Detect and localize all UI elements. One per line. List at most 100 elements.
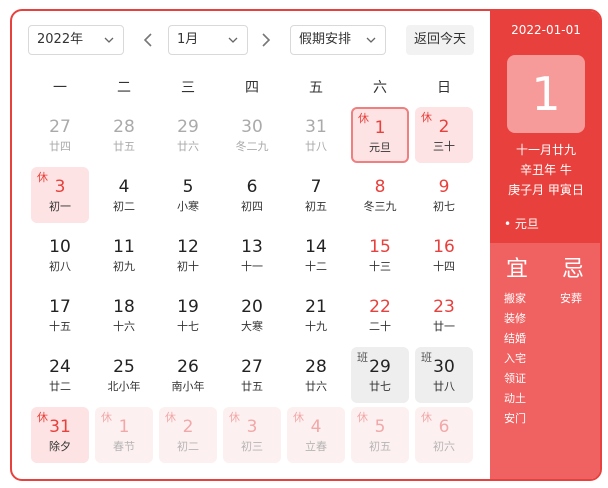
weekday-label: 六 — [373, 80, 387, 96]
day-cell[interactable]: 休 6 初六 — [415, 407, 473, 463]
weekday-label: 四 — [245, 80, 259, 96]
yi-item: 搬家 — [504, 292, 526, 305]
day-cell[interactable]: 5 小寒 — [159, 167, 217, 223]
lunar-label: 二十 — [369, 320, 391, 333]
day-cell[interactable]: 9 初七 — [415, 167, 473, 223]
day-number: 9 — [438, 177, 450, 197]
day-cell[interactable]: 30 冬二九 — [223, 107, 281, 163]
lunar-label: 初九 — [113, 260, 135, 273]
lunar-label: 除夕 — [49, 440, 71, 453]
day-cell[interactable]: 4 初二 — [95, 167, 153, 223]
day-number: 15 — [369, 237, 391, 257]
day-number: 10 — [49, 237, 71, 257]
day-cell[interactable]: 休 31 除夕 — [31, 407, 89, 463]
day-number: 20 — [241, 297, 263, 317]
lunar-label: 立春 — [305, 440, 327, 453]
holiday-badge: 休 — [165, 411, 176, 424]
yi-title: 宜 — [506, 257, 529, 282]
day-cell[interactable]: 15 十三 — [351, 227, 409, 283]
day-cell[interactable]: 22 二十 — [351, 287, 409, 343]
lunar-label: 初五 — [305, 200, 327, 213]
day-cell[interactable]: 7 初五 — [287, 167, 345, 223]
ji-list: 安葬 — [560, 289, 600, 309]
day-cell[interactable]: 12 初十 — [159, 227, 217, 283]
day-cell[interactable]: 25 北小年 — [95, 347, 153, 403]
day-number: 22 — [369, 297, 391, 317]
day-cell[interactable]: 13 十一 — [223, 227, 281, 283]
weekday-label: 三 — [181, 80, 195, 96]
day-cell[interactable]: 20 大寒 — [223, 287, 281, 343]
lunar-label: 廿五 — [241, 380, 263, 393]
lunar-label: 初一 — [49, 200, 71, 213]
day-cell[interactable]: 26 南小年 — [159, 347, 217, 403]
lunar-label: 廿六 — [177, 140, 199, 153]
lunar-date: 十一月廿九 — [515, 143, 576, 157]
day-number: 5 — [182, 177, 194, 197]
day-number: 18 — [113, 297, 135, 317]
day-cell[interactable]: 休 2 三十 — [415, 107, 473, 163]
lunar-label: 廿二 — [49, 380, 71, 393]
weekday-label: 日 — [437, 80, 451, 96]
day-cell[interactable]: 休 2 初二 — [159, 407, 217, 463]
day-cell[interactable]: 28 廿六 — [287, 347, 345, 403]
day-number: 23 — [433, 297, 455, 317]
lunar-label: 初八 — [49, 260, 71, 273]
lunar-label: 初五 — [369, 440, 391, 453]
day-cell[interactable]: 休 3 初三 — [223, 407, 281, 463]
lunar-label: 廿七 — [369, 380, 391, 393]
year-select[interactable]: 2022年 — [28, 25, 124, 55]
day-cell[interactable]: 14 十二 — [287, 227, 345, 283]
lunar-label: 廿八 — [433, 380, 455, 393]
lunar-label: 廿六 — [305, 380, 327, 393]
day-cell[interactable]: 11 初九 — [95, 227, 153, 283]
day-cell[interactable]: 29 廿六 — [159, 107, 217, 163]
holiday-badge: 休 — [37, 411, 48, 424]
day-number: 19 — [177, 297, 199, 317]
lunar-label: 冬三九 — [363, 200, 397, 213]
day-cell[interactable]: 18 十六 — [95, 287, 153, 343]
chevron-down-icon — [228, 37, 238, 43]
lunar-label: 初二 — [177, 440, 199, 453]
back-to-today-button[interactable]: 返回今天 — [406, 25, 474, 55]
day-cell[interactable]: 28 廿五 — [95, 107, 153, 163]
day-cell[interactable]: 班 30 廿八 — [415, 347, 473, 403]
month-select[interactable]: 1月 — [168, 25, 248, 55]
prev-month-icon[interactable] — [140, 31, 156, 49]
calendar-widget: 2022年 1月 假期安排 返回今天 一 二 三 四 五 六 日 27 廿四 2… — [10, 9, 602, 481]
day-cell[interactable]: 27 廿五 — [223, 347, 281, 403]
day-cell[interactable]: 16 十四 — [415, 227, 473, 283]
day-cell[interactable]: 休 5 初五 — [351, 407, 409, 463]
holiday-select[interactable]: 假期安排 — [290, 25, 386, 55]
day-cell[interactable]: 休 1 元旦 — [351, 107, 409, 163]
day-cell[interactable]: 休 1 春节 — [95, 407, 153, 463]
holiday-badge: 休 — [293, 411, 304, 424]
day-cell[interactable]: 24 廿二 — [31, 347, 89, 403]
lunar-label: 北小年 — [107, 380, 141, 393]
yi-item: 入宅 — [504, 352, 526, 365]
lunar-label: 小寒 — [177, 200, 199, 213]
lunar-label: 三十 — [433, 140, 455, 153]
day-number: 28 — [305, 357, 327, 377]
lunar-label: 廿四 — [49, 140, 71, 153]
lunar-label: 元旦 — [369, 141, 391, 154]
lunar-label: 廿一 — [433, 320, 455, 333]
big-day-number: 1 — [507, 55, 585, 133]
day-cell[interactable]: 10 初八 — [31, 227, 89, 283]
day-cell[interactable]: 6 初四 — [223, 167, 281, 223]
day-cell[interactable]: 8 冬三九 — [351, 167, 409, 223]
day-cell[interactable]: 17 十五 — [31, 287, 89, 343]
weekday-label: 一 — [53, 80, 67, 96]
year-select-value: 2022年 — [37, 32, 84, 47]
lunar-label: 十一 — [241, 260, 263, 273]
next-month-icon[interactable] — [258, 31, 274, 49]
day-cell[interactable]: 19 十七 — [159, 287, 217, 343]
day-cell[interactable]: 休 3 初一 — [31, 167, 89, 223]
day-number: 6 — [246, 177, 258, 197]
day-cell[interactable]: 21 十九 — [287, 287, 345, 343]
day-cell[interactable]: 23 廿一 — [415, 287, 473, 343]
day-cell[interactable]: 27 廿四 — [31, 107, 89, 163]
day-cell[interactable]: 31 廿八 — [287, 107, 345, 163]
day-number: 16 — [433, 237, 455, 257]
day-cell[interactable]: 班 29 廿七 — [351, 347, 409, 403]
day-cell[interactable]: 休 4 立春 — [287, 407, 345, 463]
